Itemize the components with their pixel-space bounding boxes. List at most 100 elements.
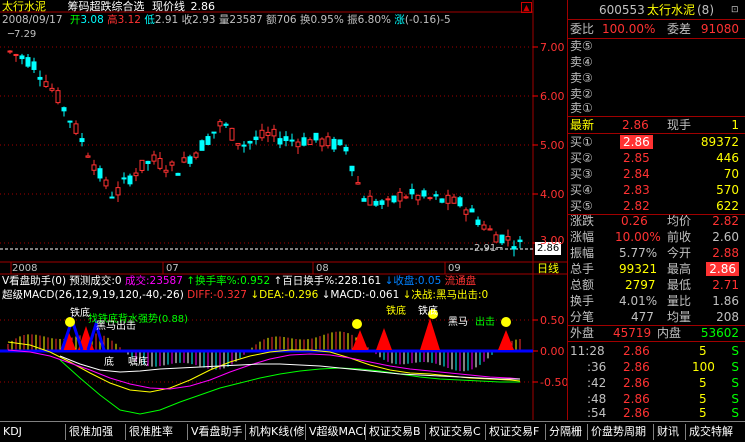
sell-row[interactable]: 卖①	[567, 100, 745, 116]
candle-body	[373, 200, 379, 206]
candle-body	[13, 53, 19, 56]
diff-value: -0.327	[213, 289, 247, 301]
period-mode-button[interactable]: 日线	[537, 262, 559, 275]
tab-jgkx[interactable]: 机构K线(修	[246, 424, 306, 440]
candle-body	[397, 191, 403, 202]
candle-body	[181, 157, 187, 163]
candle-body	[319, 138, 325, 147]
sell-row[interactable]: 卖③	[567, 70, 745, 86]
indicator-1-close-label: ↓收盘:	[384, 275, 418, 287]
sell-row[interactable]: 卖⑤	[567, 38, 745, 54]
candle-body	[139, 159, 145, 171]
candle-body	[343, 146, 349, 152]
buy-label: 买⑤	[570, 199, 593, 213]
indicator-name[interactable]: 筹码超跌综合选	[68, 0, 145, 13]
tab-qzjyb[interactable]: 权证交易B	[366, 424, 426, 440]
tab-cx[interactable]: 财讯	[654, 424, 686, 440]
candle-body	[91, 164, 97, 171]
candle-body	[481, 224, 487, 230]
xianshou-value: 1	[731, 118, 739, 132]
tick-row[interactable]: :42 2.86 5 S	[567, 375, 745, 391]
low-value: 2.91	[154, 14, 179, 26]
annotation-heima-2: 黑马	[448, 317, 468, 328]
candle-body	[445, 194, 451, 204]
buy-price: 2.84	[623, 167, 650, 181]
indicator-1-turnover: 0.952	[240, 275, 271, 287]
tick-time: :36	[587, 360, 607, 374]
tick-side: S	[731, 376, 739, 390]
tick-side: S	[731, 360, 739, 374]
indicator-1-float: 流通盘	[444, 275, 477, 287]
indicator-1-name: V看盘助手	[2, 275, 52, 287]
buy-price: 2.85	[623, 151, 650, 165]
tab-hzjq[interactable]: 很准加强	[66, 424, 126, 440]
stat-label: 量比	[667, 294, 692, 308]
amt-value: 706	[276, 14, 297, 26]
weibi-row: 委比 100.00% 委差 91080	[567, 21, 745, 37]
tab-qzjyc[interactable]: 权证交易C	[426, 424, 486, 440]
tick-volume: 100	[692, 360, 715, 374]
weicha-value: 91080	[700, 22, 739, 36]
candle-body	[253, 136, 259, 141]
stat-value: 4.01%	[619, 294, 658, 308]
macd-axis-label: -0.50	[540, 376, 569, 389]
stat-row: 涨幅 10.00% 前收 2.60	[567, 229, 745, 245]
tab-cjtj[interactable]: 成交特解	[686, 424, 745, 440]
indicator-2-header[interactable]: 超级MACD(26,12,9,19,120,-40,-26) DIFF:-0.3…	[2, 289, 488, 302]
candle-body	[133, 172, 139, 177]
tick-row[interactable]: 11:28 2.86 5 S	[567, 343, 745, 359]
buy-volume: 622	[716, 199, 739, 213]
indicator-1-volume-label: 成交:	[124, 275, 150, 287]
tick-row[interactable]: :36 2.86 100 S	[567, 359, 745, 375]
stat-label: 均价	[667, 214, 692, 228]
stat-label: 振幅	[570, 246, 595, 260]
buy-row[interactable]: 买④ 2.83 570	[567, 182, 745, 198]
tab-jpszq[interactable]: 价盘势周期	[588, 424, 654, 440]
tab-kdj[interactable]: KDJ	[0, 424, 66, 440]
tab-fgz[interactable]: 分隔栅	[546, 424, 588, 440]
vol-value: 23587	[229, 14, 263, 26]
buy-row[interactable]: 买⑤ 2.82 622	[567, 198, 745, 214]
candle-body	[415, 194, 421, 201]
buy-row[interactable]: 买② 2.85 446	[567, 150, 745, 166]
chg-value: (-0.16)-5	[404, 14, 451, 26]
candle-body	[121, 177, 127, 180]
outer-label: 外盘	[570, 326, 595, 340]
candle-body	[427, 197, 433, 200]
buy-price: 2.83	[623, 183, 650, 197]
candle-body	[271, 128, 277, 137]
sell-label: 卖③	[570, 71, 593, 85]
macd-label: ↓MACD:	[321, 289, 366, 301]
low-label: 低	[144, 14, 155, 26]
candle-body	[205, 136, 211, 145]
sell-row[interactable]: 卖④	[567, 54, 745, 70]
tab-kpzs[interactable]: V看盘助手	[188, 424, 246, 440]
buy-row[interactable]: 买① 2.86 89372	[567, 134, 745, 150]
candle-body	[379, 200, 385, 205]
candle-body	[169, 161, 175, 166]
chart-canvas[interactable]	[0, 0, 567, 421]
indicator-1-header[interactable]: V看盘助手(0) 预测成交:0 成交:23587 ↑换手率%:0.952 ↑百日…	[2, 275, 476, 288]
annotation-tiedi-2: 铁底	[386, 306, 406, 317]
buy-volume: 89372	[700, 135, 739, 149]
candle-body	[289, 139, 295, 142]
indicator-1-volume: 23587	[149, 275, 183, 287]
tab-qzjyf[interactable]: 权证交易F	[486, 424, 546, 440]
candle-body	[409, 188, 415, 195]
buy-label: 买③	[570, 167, 593, 181]
stat-label: 今开	[667, 246, 692, 260]
close-value: 2.93	[192, 14, 216, 26]
tab-hzsl[interactable]: 很准胜率	[126, 424, 188, 440]
annotation-di: 底	[104, 357, 114, 368]
candle-body	[277, 138, 283, 145]
candle-body	[79, 138, 85, 143]
header-close-icon[interactable]: ▲	[521, 2, 532, 13]
quote-title[interactable]: 600553 太行水泥 (8) ⊡	[567, 2, 745, 18]
candle-body	[487, 228, 493, 231]
quote-date: 2008/09/17	[2, 14, 63, 26]
panel-menu-icon[interactable]: ⊡	[731, 2, 739, 18]
tab-cjmacd[interactable]: V超级MACD	[306, 424, 366, 440]
annotation-chuji: 出击	[475, 317, 495, 328]
tick-row[interactable]: :54 2.86 5 S	[567, 405, 745, 421]
buy-row[interactable]: 买③ 2.84 70	[567, 166, 745, 182]
